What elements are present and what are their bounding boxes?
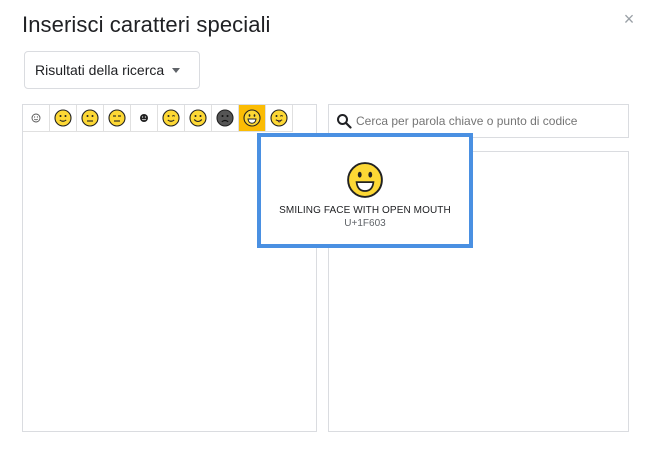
smiling-face-with-open-mouth-icon [347,162,383,198]
face-with-stuck-out-tongue-icon[interactable] [266,105,293,132]
dark-frowning-face-icon[interactable] [212,105,239,132]
winking-face-icon[interactable] [158,105,185,132]
character-preview-tooltip: SMILING FACE WITH OPEN MOUTH U+1F603 [257,133,473,248]
close-icon[interactable]: × [620,10,638,28]
slightly-smiling-face-icon[interactable] [50,105,77,132]
neutral-face-icon[interactable] [77,105,104,132]
smiling-face-icon[interactable] [185,105,212,132]
emoji-result-row [23,105,293,132]
small-dark-face-icon[interactable] [131,105,158,132]
small-smiley-icon[interactable] [23,105,50,132]
category-dropdown[interactable]: Risultati della ricerca [24,51,200,89]
expressionless-face-icon[interactable] [104,105,131,132]
character-codepoint: U+1F603 [344,218,386,229]
dialog-title: Inserisci caratteri speciali [22,12,271,37]
search-icon [337,114,352,129]
smiling-face-with-open-mouth-icon[interactable] [239,105,266,132]
character-name: SMILING FACE WITH OPEN MOUTH [279,205,451,216]
chevron-down-icon [172,67,181,73]
insert-special-characters-dialog: Inserisci caratteri speciali × Risultati… [0,0,650,450]
category-dropdown-label: Risultati della ricerca [35,62,165,78]
